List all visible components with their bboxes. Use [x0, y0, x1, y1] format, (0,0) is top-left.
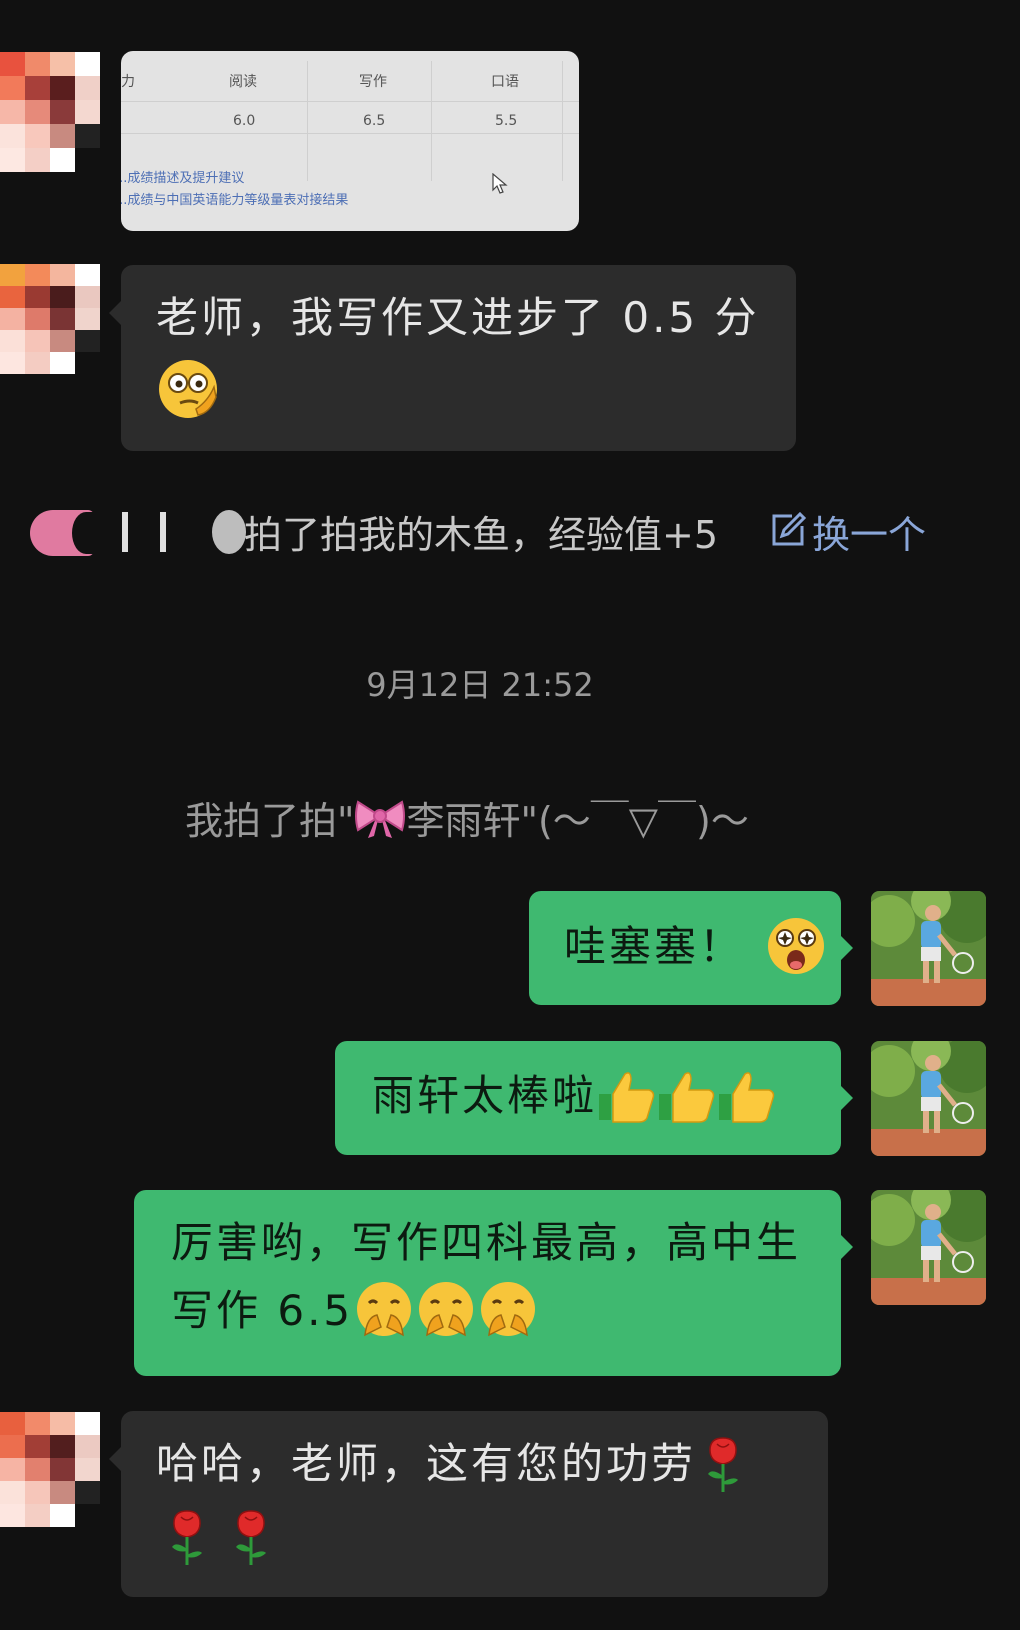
message-timestamp: 9月12日 21:52 — [366, 666, 594, 704]
shushing-face-emoji-icon — [357, 1281, 412, 1336]
message-text-line-2: 写作 6.5 — [171, 1278, 841, 1344]
my-avatar[interactable] — [871, 1041, 986, 1156]
my-pat-prefix: 我拍了拍" — [185, 799, 355, 843]
message-text-line-1: 哈哈，老师，这有您的功劳 — [156, 1431, 828, 1497]
shushing-face-emoji-icon — [419, 1281, 474, 1336]
rose-emoji-icon — [708, 1436, 739, 1492]
score-description-link: ...成绩描述及提升建议 — [121, 171, 245, 186]
pat-name-redacted — [122, 512, 166, 552]
message-text: 哈哈，老师，这有您的功劳 — [156, 1439, 697, 1488]
message-bubble-incoming[interactable]: 哈哈，老师，这有您的功劳 — [109, 1411, 828, 1597]
rose-emoji-icon — [172, 1509, 202, 1565]
tennis-player-image — [871, 1041, 986, 1156]
thumbs-up-emoji-icon — [599, 1071, 655, 1123]
my-pat-message: 我拍了拍" 李雨轩"(～￣▽￣)～ — [185, 790, 749, 845]
starstruck-face-emoji-icon — [768, 917, 825, 974]
message-text: 写作 6.5 — [171, 1286, 354, 1335]
thinking-face-emoji-icon — [159, 359, 217, 418]
thumbs-up-emoji-icon — [659, 1071, 715, 1123]
rose-emoji-icon — [236, 1509, 266, 1565]
change-pat-link[interactable]: 换一个 — [812, 504, 926, 559]
table-value-writing: 6.5 — [363, 113, 386, 129]
message-text-line-2 — [156, 1501, 828, 1567]
message-text-line-1: 厉害哟，写作四科最高，高中生 — [171, 1218, 802, 1267]
tennis-player-image — [871, 1190, 986, 1305]
message-text: 老师，我写作又进步了 0.5 分 — [156, 293, 760, 342]
shushing-face-emoji-icon — [481, 1281, 536, 1336]
message-bubble-outgoing[interactable]: 厉害哟，写作四科最高，高中生 写作 6.5 — [134, 1190, 853, 1376]
message-text: 哇塞塞！ — [564, 922, 745, 971]
pat-name-redacted — [212, 510, 246, 554]
cse-level-link: ...成绩与中国英语能力等级量表对接结果 — [121, 193, 349, 208]
table-col-stub: 力 — [121, 74, 135, 90]
cursor-icon — [492, 173, 508, 194]
table-header-speaking: 口语 — [491, 74, 519, 90]
avatar-blurred[interactable] — [0, 52, 100, 172]
pat-message: 拍了拍我的木鱼，经验值+5 — [244, 513, 719, 557]
my-avatar[interactable] — [871, 891, 986, 1006]
avatar-blurred[interactable] — [0, 1412, 100, 1527]
my-pat-suffix: "(～￣▽￣)～ — [520, 799, 749, 843]
message-bubble-outgoing[interactable]: 哇塞塞！ — [529, 891, 853, 1005]
avatar-blurred[interactable] — [0, 264, 100, 374]
table-header-writing: 写作 — [359, 74, 387, 90]
my-avatar[interactable] — [871, 1190, 986, 1305]
message-text: 雨轩太棒啦 — [372, 1071, 598, 1120]
tennis-player-image — [871, 891, 986, 1006]
image-message-score-screenshot[interactable]: 力 阅读 写作 口语 6.0 6.5 5.5 ...成绩描述及提升建议 ...成… — [121, 51, 579, 231]
pat-sender-avatar-blur — [72, 512, 100, 554]
edit-icon[interactable] — [770, 510, 808, 548]
table-value-speaking: 5.5 — [495, 113, 518, 129]
ribbon-bow-icon — [355, 800, 406, 838]
message-bubble-incoming[interactable]: 老师，我写作又进步了 0.5 分 — [109, 265, 796, 451]
table-header-reading: 阅读 — [229, 74, 257, 90]
thumbs-up-emoji-icon — [719, 1071, 775, 1123]
table-value-reading: 6.0 — [233, 113, 256, 129]
my-pat-name: 李雨轩 — [406, 799, 521, 843]
message-bubble-outgoing[interactable]: 雨轩太棒啦 — [335, 1041, 853, 1155]
